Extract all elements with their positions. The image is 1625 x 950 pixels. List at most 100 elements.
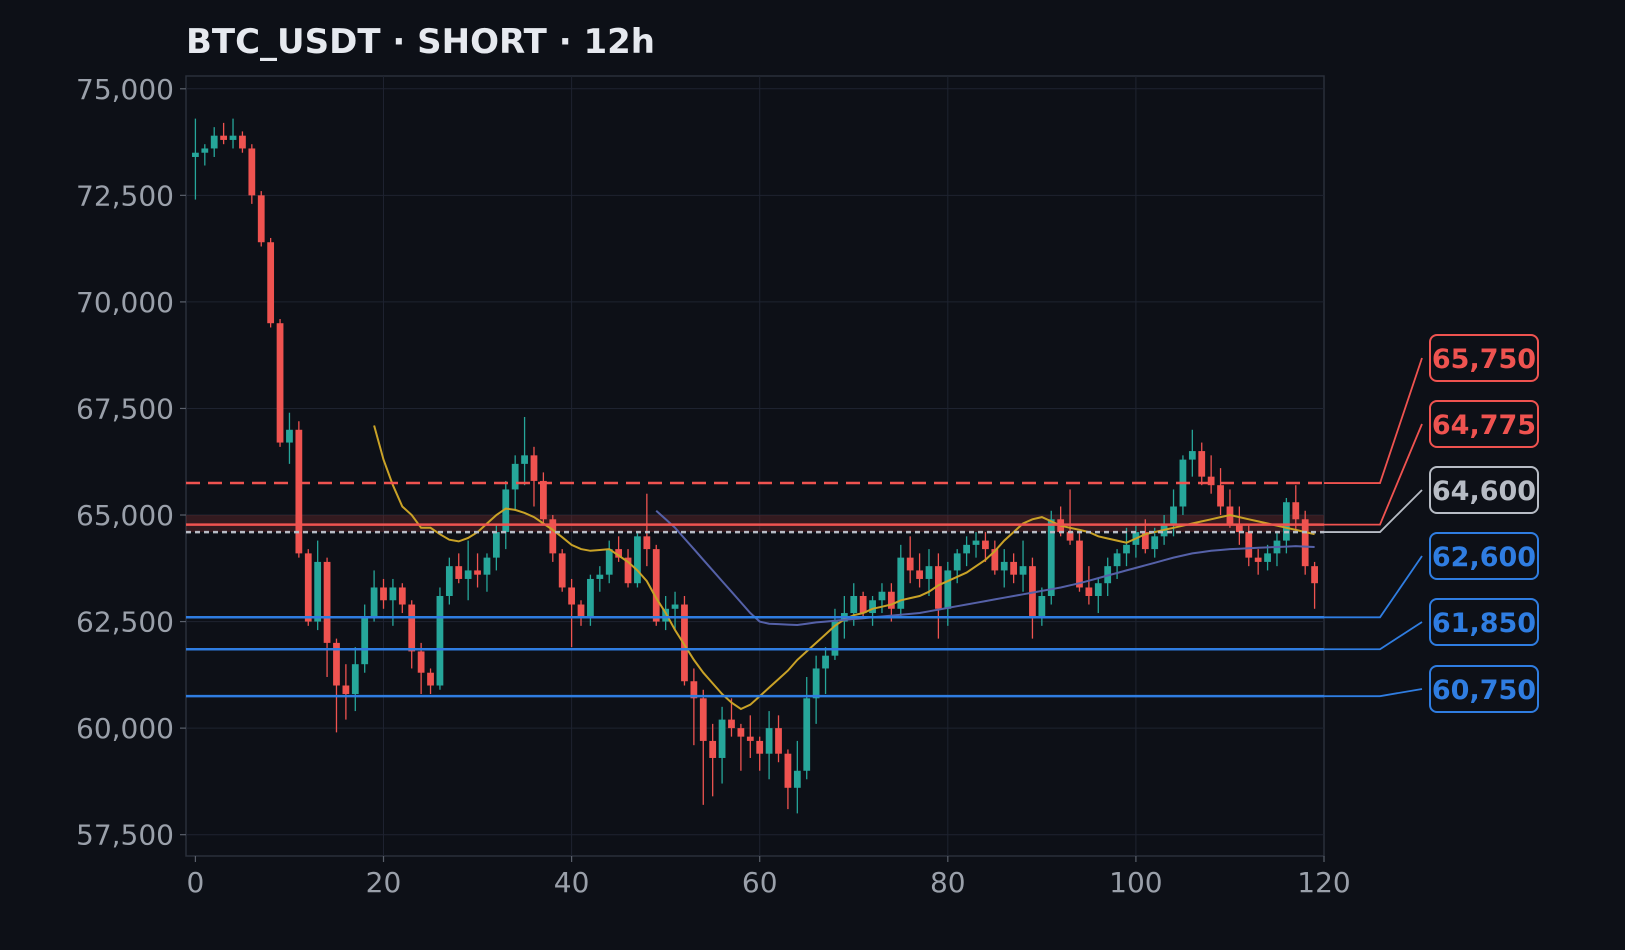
candle-body [728,719,735,729]
candle [1029,557,1036,639]
candle [351,647,359,712]
candle-body [1292,502,1300,520]
candle [540,472,547,524]
y-tick-label: 60,000 [76,712,174,745]
candle-body [1264,553,1271,562]
candle-body [229,135,237,140]
chart-title: BTC_USDT · SHORT · 12h [186,22,655,62]
candle [1311,561,1318,609]
candle-body [1245,532,1253,558]
candle-body [361,617,369,665]
candle-body [1198,451,1206,477]
candle [1226,489,1234,528]
candle [652,544,660,626]
candle-body [1010,561,1018,575]
candle [916,553,923,588]
x-tick-label: 80 [930,866,966,899]
candle [267,237,275,328]
candle [427,668,434,695]
candle-body [953,553,961,571]
y-tick-label: 70,000 [76,286,174,319]
candle [239,131,246,153]
candle-body [775,728,782,754]
candle-body [1038,596,1046,618]
candles [192,118,1318,814]
y-tick-label: 67,500 [76,392,174,425]
candle [803,676,811,780]
candle [793,740,801,814]
level-connector [1324,688,1423,698]
candle-body [370,587,378,618]
candle-body [351,664,359,695]
candle [549,515,557,562]
candle [370,570,378,622]
candle-body [587,578,594,618]
candle-body [210,135,218,149]
candle [737,723,745,771]
candle [822,647,829,695]
candle-body [455,566,463,579]
candle-body [417,651,425,673]
candle-body [342,685,350,695]
candle-body [1066,532,1074,541]
level-label: 62,600 [1429,532,1539,580]
plot-frame [185,75,1325,857]
level-label-text: 64,600 [1432,476,1536,507]
candle-body [709,740,717,758]
candle [1301,510,1309,575]
candle-body [192,152,199,157]
candle [1010,553,1018,584]
candle-body [1085,587,1093,596]
candle-body [314,561,322,622]
candle-body [276,323,284,443]
candle-body [1076,540,1083,588]
candle [408,600,416,669]
candle [1123,527,1130,567]
candle-body [380,587,387,601]
candle-body [511,463,519,490]
x-tick-label: 60 [742,866,778,899]
candle-body [652,549,660,622]
y-tick-label: 75,000 [76,73,174,106]
y-tick-label: 62,500 [76,606,174,639]
candle-body [963,544,970,554]
candle-body [577,604,585,618]
candle [417,642,425,695]
level-label-text: 61,850 [1432,608,1536,639]
candle-body [323,561,331,643]
candle-body [643,536,651,550]
candle-body [483,557,491,575]
candle [201,144,209,166]
candle-body [267,242,275,324]
candle [220,122,228,145]
candlestick-chart: BTC_USDT · SHORT · 12h 57,500 60,000 62,50… [76,22,1539,899]
candle-body [887,591,895,609]
candle [568,578,575,648]
candle-body [906,557,914,571]
candle [483,553,491,592]
candle [1085,566,1093,605]
candle-body [793,770,801,788]
candle-body [1170,506,1177,524]
candle [304,549,312,626]
candle-body [286,429,293,443]
candle [906,536,914,584]
candle-body [859,596,867,614]
candle-body [445,566,453,596]
level-label: 60,750 [1429,665,1539,713]
candle-body [1047,519,1055,596]
candle [295,421,303,558]
x-tick-label: 40 [554,866,590,899]
candle [1038,587,1046,626]
y-tick-label: 65,000 [76,499,174,532]
candle-body [746,736,754,741]
candle-body [436,596,444,686]
candle [1264,544,1271,571]
candle-body [803,698,811,771]
level-connector [1324,555,1423,619]
candle [624,549,632,588]
candle-body [304,553,312,622]
candle [746,715,754,758]
candle [699,689,707,805]
candle [1273,532,1281,567]
